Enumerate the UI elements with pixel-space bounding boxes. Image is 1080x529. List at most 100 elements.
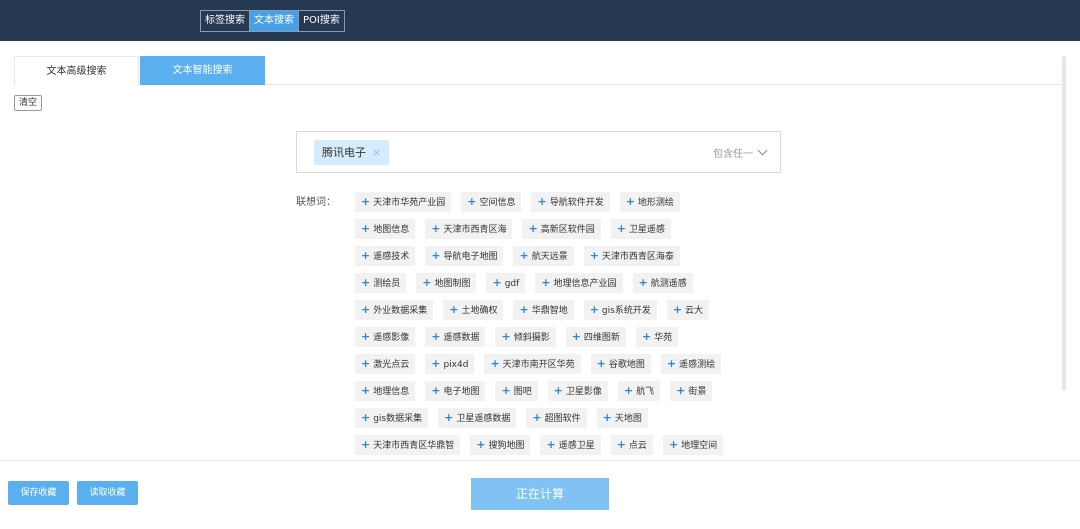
clear-button[interactable]: 清空	[14, 95, 43, 111]
suggestion-chip[interactable]: + 超图软件	[526, 408, 587, 428]
suggestion-row: + 外业数据采集 + 土地确权 + 华鼎智地 + gis系统开发 + 云大	[355, 300, 785, 320]
suggestion-chip[interactable]: + 遥感测绘	[660, 354, 722, 374]
suggestion-chip[interactable]: + 高新区软件园	[522, 219, 601, 239]
top-bar: 标签搜索 文本搜索 POI搜索	[0, 0, 1080, 41]
suggestion-chip[interactable]: + 导航电子地图	[425, 246, 504, 266]
suggestion-chip[interactable]: + 航测遥感	[632, 273, 693, 293]
suggestion-chip[interactable]: + 空间信息	[461, 192, 522, 212]
suggestion-chip[interactable]: + 导航软件开发	[531, 192, 610, 212]
keyword-tag: 腾讯电子 ×	[314, 140, 390, 165]
suggestion-label: 倾斜摄影	[513, 333, 550, 343]
plus-icon: +	[361, 276, 371, 289]
suggestion-chip[interactable]: + gdf	[486, 273, 526, 293]
suggestion-chip[interactable]: + 遥感卫星	[540, 435, 601, 455]
suggestion-chip[interactable]: + 地图信息	[355, 219, 416, 239]
plus-icon: +	[431, 357, 441, 370]
save-favorites-button[interactable]: 保存收藏	[8, 481, 69, 505]
suggestion-chip[interactable]: + 航飞	[617, 381, 661, 401]
suggestion-chip[interactable]: + 电子地图	[425, 381, 486, 401]
tab-poi-search[interactable]: POI搜索	[299, 11, 344, 31]
suggestion-chip[interactable]: + 天地图	[596, 408, 648, 428]
keyword-input-box[interactable]: 腾讯电子 × 包含任一	[296, 131, 781, 173]
suggestion-chip[interactable]: + 激光点云	[355, 354, 416, 374]
suggestion-chip[interactable]: + 测绘员	[355, 273, 407, 293]
scrollbar[interactable]	[1062, 56, 1066, 391]
suggestion-chip[interactable]: + 卫星遥感	[610, 219, 671, 239]
suggestion-chip[interactable]: + 卫星影像	[547, 381, 608, 401]
plus-icon: +	[361, 249, 371, 262]
match-mode-label: 包含任一	[713, 149, 753, 160]
suggestion-label: 谷歌地图	[608, 360, 645, 370]
suggestion-chip[interactable]: + 地理信息产业园	[535, 273, 623, 293]
suggestion-chip[interactable]: + 地理信息	[355, 381, 416, 401]
plus-icon: +	[492, 276, 502, 289]
match-mode-select[interactable]: 包含任一	[713, 145, 768, 160]
plus-icon: +	[361, 357, 371, 370]
suggestion-label: 激光点云	[373, 360, 410, 370]
suggestion-label: 航测遥感	[650, 279, 687, 289]
suggestion-chip[interactable]: + 搜狗地图	[470, 435, 531, 455]
plus-icon: +	[431, 222, 441, 235]
suggestion-label: 华鼎智地	[531, 306, 568, 316]
plus-icon: +	[616, 438, 626, 451]
suggestion-chip[interactable]: + 谷歌地图	[590, 354, 651, 374]
suggestion-label: 天津市西青区华鼎智	[373, 441, 455, 451]
suggestion-chip[interactable]: + 地图制图	[416, 273, 477, 293]
plus-icon: +	[361, 330, 371, 343]
suggestion-chip[interactable]: + 遥感技术	[355, 246, 416, 266]
suggestion-chip[interactable]: + 天津市西青区海泰	[583, 246, 680, 266]
suggestion-chip[interactable]: + pix4d	[425, 354, 475, 374]
suggestion-chip[interactable]: + 图吧	[495, 381, 538, 401]
suggestion-chip[interactable]: + 土地确权	[443, 300, 504, 320]
suggestion-chip[interactable]: + 天津市南开区华苑	[484, 354, 581, 374]
suggestion-chip[interactable]: + 云大	[666, 300, 710, 320]
plus-icon: +	[519, 249, 529, 262]
suggestion-chip[interactable]: + 点云	[610, 435, 653, 455]
suggestion-chip[interactable]: + 卫星遥感数据	[438, 408, 517, 428]
suggestion-chip[interactable]: + 航天远景	[513, 246, 574, 266]
suggestion-chip[interactable]: + 遥感数据	[425, 327, 486, 347]
close-icon[interactable]: ×	[372, 146, 381, 159]
tab-tag-search[interactable]: 标签搜索	[201, 11, 250, 31]
suggestion-chip[interactable]: + 四维图新	[565, 327, 626, 347]
suggestion-chip[interactable]: + 遥感影像	[355, 327, 416, 347]
plus-icon: +	[449, 303, 459, 316]
suggestion-chip[interactable]: + 天津市西青区海	[425, 219, 513, 239]
plus-icon: +	[589, 303, 599, 316]
suggestion-chip[interactable]: + 天津市华苑产业园	[355, 192, 452, 212]
suggestion-label: gdf	[504, 279, 520, 289]
suggestion-chip[interactable]: + 倾斜摄影	[495, 327, 556, 347]
suggestion-row: + gis数据采集 + 卫星遥感数据 + 超图软件 + 天地图	[355, 408, 785, 428]
plus-icon: +	[519, 303, 529, 316]
suggestion-label: 遥感数据	[443, 333, 480, 343]
suggestion-chip[interactable]: + 天津市西青区华鼎智	[355, 435, 461, 455]
suggestion-label: 云大	[685, 306, 704, 316]
suggestion-chip[interactable]: + 外业数据采集	[355, 300, 434, 320]
tab-smart-text-search[interactable]: 文本智能搜索	[140, 56, 265, 85]
suggestion-chip[interactable]: + 地形测绘	[619, 192, 680, 212]
suggestion-row: + 遥感技术 + 导航电子地图 + 航天远景 + 天津市西青区海泰	[355, 246, 785, 266]
plus-icon: +	[666, 357, 677, 370]
plus-icon: +	[422, 276, 432, 289]
tab-text-search[interactable]: 文本搜索	[250, 11, 299, 31]
suggestion-label: 航天远景	[531, 252, 568, 262]
plus-icon: +	[638, 276, 648, 289]
suggestion-label: 街景	[688, 387, 707, 397]
suggestion-chip[interactable]: + 街景	[670, 381, 713, 401]
plus-icon: +	[361, 384, 371, 397]
text-search-subtabs: 文本高级搜索 文本智能搜索	[14, 56, 1062, 85]
suggestion-chip[interactable]: + gis系统开发	[583, 300, 657, 320]
suggestion-chip[interactable]: + 地理空间	[662, 435, 724, 455]
suggestion-chip[interactable]: + gis数据采集	[355, 408, 429, 428]
plus-icon: +	[501, 330, 511, 343]
suggestion-label: 天津市华苑产业园	[373, 198, 446, 208]
plus-icon: +	[541, 276, 551, 289]
suggestion-chip[interactable]: + 华鼎智地	[513, 300, 574, 320]
compute-button[interactable]: 正在计算	[471, 478, 609, 510]
load-favorites-button[interactable]: 读取收藏	[77, 481, 138, 505]
suggestion-chip[interactable]: + 华苑	[635, 327, 679, 347]
suggestion-row: + 天津市西青区华鼎智 + 搜狗地图 + 遥感卫星 + 点云 + 地理空间	[355, 435, 785, 455]
plus-icon: +	[537, 195, 547, 208]
suggestion-label: 四维图新	[583, 333, 620, 343]
tab-advanced-text-search[interactable]: 文本高级搜索	[14, 56, 139, 85]
